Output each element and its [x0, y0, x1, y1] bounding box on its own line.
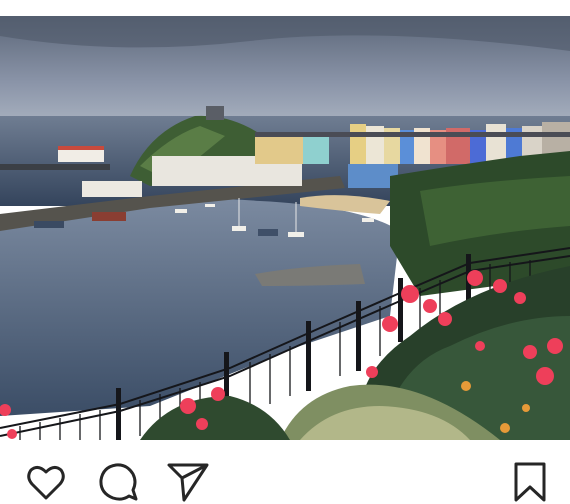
heart-icon[interactable] — [24, 460, 68, 504]
paper-plane-icon[interactable] — [166, 460, 210, 504]
post-photo[interactable] — [0, 16, 570, 440]
username-text-fragment — [316, 0, 326, 2]
post-actions-bar — [0, 440, 570, 502]
harbour-scene — [0, 16, 570, 440]
comment-icon[interactable] — [96, 460, 140, 504]
top-bar — [0, 0, 570, 17]
bookmark-icon[interactable] — [508, 460, 552, 504]
